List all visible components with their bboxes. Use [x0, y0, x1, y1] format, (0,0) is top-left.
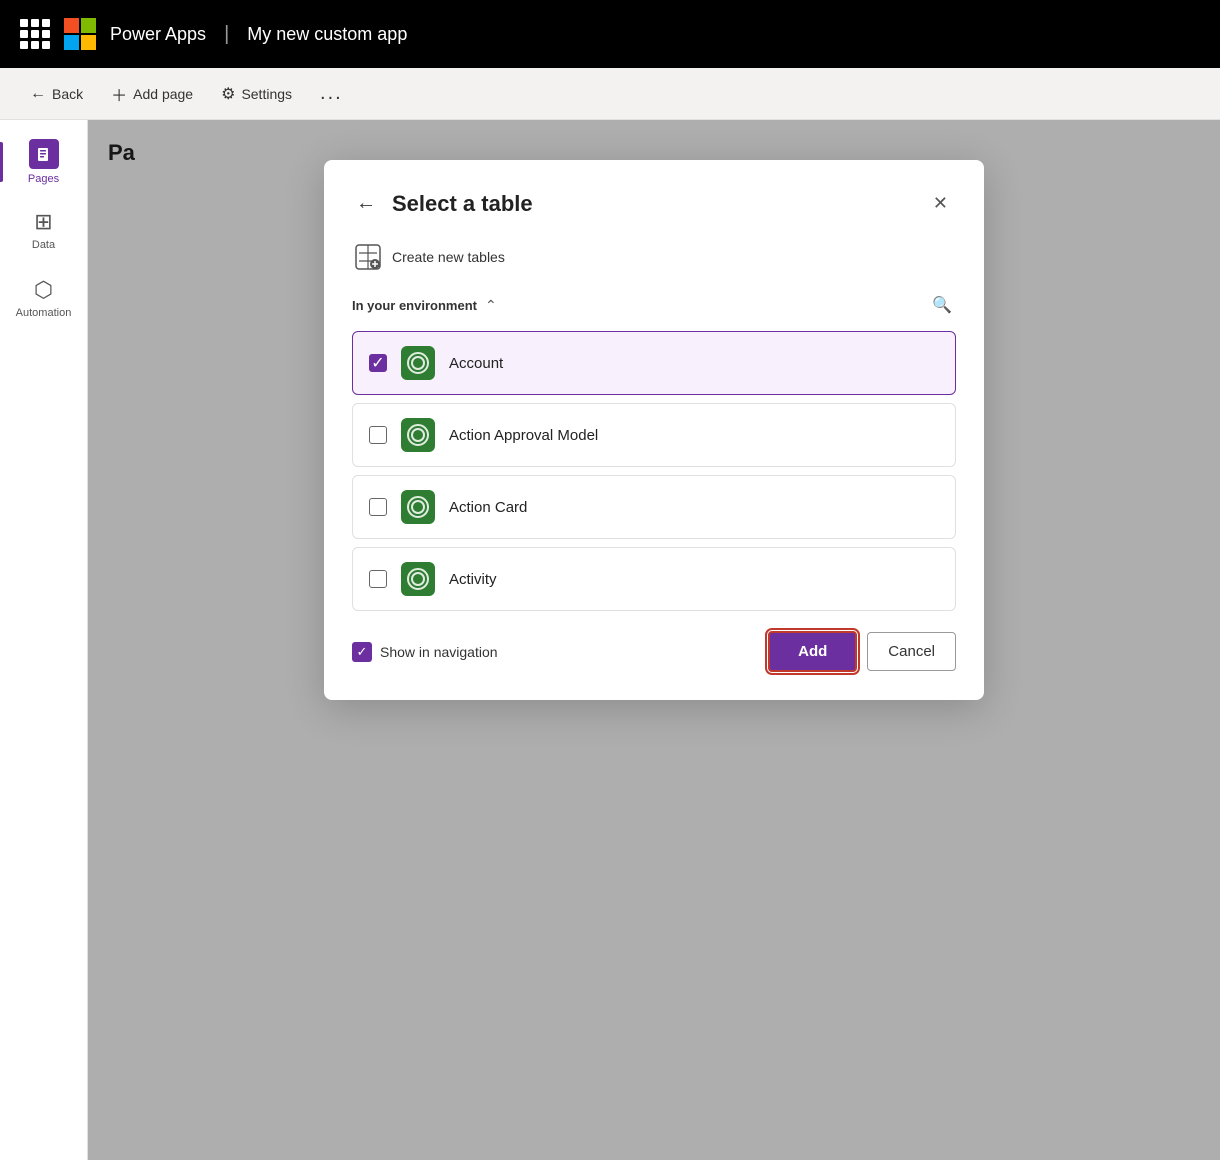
environment-row: In your environment ⌃ 🔍: [352, 291, 956, 319]
action-card-checkbox[interactable]: [369, 498, 387, 516]
table-item-activity[interactable]: Activity: [352, 547, 956, 611]
grid-icon[interactable]: [20, 19, 50, 49]
create-tables-icon: [354, 243, 382, 271]
add-button[interactable]: Add: [768, 631, 857, 672]
activity-icon-wrap: [401, 562, 435, 596]
env-chevron-icon[interactable]: ⌃: [485, 297, 497, 314]
sidebar-pages-label: Pages: [28, 173, 59, 185]
back-button[interactable]: ← Back: [20, 79, 93, 109]
account-name: Account: [449, 355, 503, 372]
settings-icon: ⚙: [221, 84, 235, 104]
content-area: Pa ← Select a table ✕: [88, 120, 1220, 1160]
app-name-label: My new custom app: [247, 24, 407, 45]
action-approval-name: Action Approval Model: [449, 427, 598, 444]
action-card-icon: [407, 496, 429, 518]
account-checkbox[interactable]: ✓: [369, 354, 387, 372]
dialog-header: ← Select a table ✕: [352, 188, 956, 219]
microsoft-logo: [64, 18, 96, 50]
back-icon: ←: [30, 85, 46, 103]
activity-icon: [407, 568, 429, 590]
table-item-account[interactable]: ✓ Account: [352, 331, 956, 395]
sidebar-automation-label: Automation: [16, 307, 72, 319]
data-icon: ⊞: [34, 209, 52, 235]
create-new-tables-row[interactable]: Create new tables: [352, 239, 956, 275]
action-card-icon-wrap: [401, 490, 435, 524]
dialog-title: Select a table: [392, 191, 533, 217]
sidebar-item-pages[interactable]: Pages: [8, 130, 80, 194]
show-nav-checkbox[interactable]: ✓: [352, 642, 372, 662]
activity-name: Activity: [449, 571, 497, 588]
account-icon: [407, 352, 429, 374]
action-approval-icon-wrap: [401, 418, 435, 452]
settings-button[interactable]: ⚙ Settings: [211, 78, 302, 110]
env-search-button[interactable]: 🔍: [928, 291, 956, 319]
brand-label: Power Apps: [110, 24, 206, 45]
add-icon: ＋: [111, 82, 127, 106]
cancel-button[interactable]: Cancel: [867, 632, 956, 671]
more-icon: ...: [320, 82, 343, 105]
action-approval-icon: [407, 424, 429, 446]
pages-icon: [29, 139, 59, 169]
dialog-close-button[interactable]: ✕: [925, 189, 956, 218]
settings-label: Settings: [241, 86, 292, 102]
create-tables-label: Create new tables: [392, 249, 505, 265]
env-left: In your environment ⌃: [352, 297, 497, 314]
back-label: Back: [52, 86, 83, 102]
sidebar: Pages ⊞ Data ⬡ Automation: [0, 120, 88, 1160]
select-table-dialog: ← Select a table ✕: [324, 160, 984, 700]
table-list: ✓ Account Action Approval Model: [352, 331, 956, 611]
activity-checkbox[interactable]: [369, 570, 387, 588]
add-page-button[interactable]: ＋ Add page: [101, 76, 203, 112]
toolbar: ← Back ＋ Add page ⚙ Settings ...: [0, 68, 1220, 120]
sidebar-item-data[interactable]: ⊞ Data: [8, 198, 80, 262]
top-bar: Power Apps | My new custom app: [0, 0, 1220, 68]
show-nav-label: Show in navigation: [380, 644, 498, 660]
brand-separator: |: [224, 23, 229, 46]
add-page-label: Add page: [133, 86, 193, 102]
action-approval-checkbox[interactable]: [369, 426, 387, 444]
more-button[interactable]: ...: [310, 76, 353, 111]
sidebar-data-label: Data: [32, 239, 55, 251]
dialog-title-row: ← Select a table: [352, 188, 533, 219]
dialog-back-button[interactable]: ←: [352, 188, 380, 219]
table-item-action-card[interactable]: Action Card: [352, 475, 956, 539]
automation-icon: ⬡: [34, 277, 53, 303]
sidebar-item-automation[interactable]: ⬡ Automation: [8, 266, 80, 330]
action-card-name: Action Card: [449, 499, 527, 516]
dialog-footer: ✓ Show in navigation Add Cancel: [352, 631, 956, 672]
table-item-action-approval-model[interactable]: Action Approval Model: [352, 403, 956, 467]
main-area: Pages ⊞ Data ⬡ Automation Pa ← Select a …: [0, 120, 1220, 1160]
env-label: In your environment: [352, 298, 477, 313]
account-icon-wrap: [401, 346, 435, 380]
show-in-navigation-row[interactable]: ✓ Show in navigation: [352, 642, 498, 662]
